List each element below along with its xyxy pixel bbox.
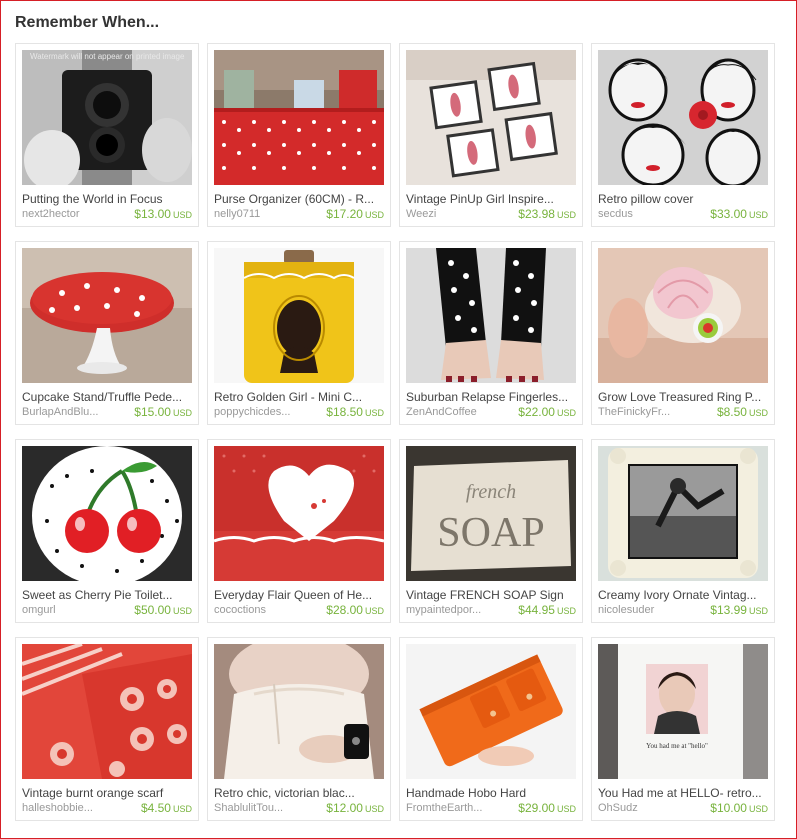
shop-name[interactable]: FromtheEarth... <box>406 802 506 814</box>
item-price: $17.20 USD <box>326 207 384 221</box>
svg-text:SOAP: SOAP <box>437 510 544 556</box>
item-card[interactable]: Grow Love Treasured Ring P... TheFinicky… <box>591 241 775 425</box>
item-image-lace-cuff[interactable] <box>214 644 384 779</box>
shop-name[interactable]: omgurl <box>22 604 122 616</box>
shop-name[interactable]: Weezi <box>406 208 506 220</box>
page-title: Remember When... <box>15 14 160 31</box>
item-price: $23.98 USD <box>518 207 576 221</box>
item-image-retro-pillow[interactable] <box>598 50 768 185</box>
item-title[interactable]: Suburban Relapse Fingerles... <box>406 390 578 404</box>
item-price: $29.00 USD <box>518 801 576 815</box>
shop-name[interactable]: BurlapAndBlu... <box>22 406 122 418</box>
item-price: $13.99 USD <box>710 603 768 617</box>
item-title[interactable]: You Had me at HELLO- retro... <box>598 786 770 800</box>
item-price: $10.00 USD <box>710 801 768 815</box>
shop-name[interactable]: next2hector <box>22 208 122 220</box>
item-image-vintage-camera[interactable]: Watermark will not appear on printed ima… <box>22 50 192 185</box>
item-card[interactable]: Creamy Ivory Ornate Vintag... nicolesude… <box>591 439 775 623</box>
item-image-orange-wallet[interactable] <box>406 644 576 779</box>
item-image-cherry-toilet-seat[interactable] <box>22 446 192 581</box>
item-title[interactable]: Vintage FRENCH SOAP Sign <box>406 588 578 602</box>
item-image-hello-towel[interactable]: You had me at "hello" <box>598 644 768 779</box>
item-card[interactable]: Purse Organizer (60CM) - R... nelly0711 … <box>207 43 391 227</box>
item-title[interactable]: Putting the World in Focus <box>22 192 194 206</box>
svg-text:You had me at "hello": You had me at "hello" <box>646 742 708 750</box>
shop-name[interactable]: mypaintedpor... <box>406 604 506 616</box>
item-image-french-soap-sign[interactable]: french SOAP <box>406 446 576 581</box>
item-card[interactable]: Vintage PinUp Girl Inspire... Weezi $23.… <box>399 43 583 227</box>
item-title[interactable]: Purse Organizer (60CM) - R... <box>214 192 386 206</box>
shop-name[interactable]: nelly0711 <box>214 208 314 220</box>
shop-name[interactable]: nicolesuder <box>598 604 698 616</box>
item-title[interactable]: Sweet as Cherry Pie Toilet... <box>22 588 194 602</box>
svg-text:french: french <box>466 481 516 503</box>
item-title[interactable]: Grow Love Treasured Ring P... <box>598 390 770 404</box>
item-card[interactable]: Retro Golden Girl - Mini C... poppychicd… <box>207 241 391 425</box>
shop-name[interactable]: cococtions <box>214 604 314 616</box>
item-card[interactable]: Retro pillow cover secdus $33.00 USD <box>591 43 775 227</box>
item-title[interactable]: Retro Golden Girl - Mini C... <box>214 390 386 404</box>
item-price: $15.00 USD <box>134 405 192 419</box>
item-price: $44.95 USD <box>518 603 576 617</box>
item-image-cake-stand[interactable] <box>22 248 192 383</box>
item-card[interactable]: french SOAP Vintage FRENCH SOAP Sign myp… <box>399 439 583 623</box>
shop-name[interactable]: ShablulitTou... <box>214 802 314 814</box>
item-title[interactable]: Everyday Flair Queen of He... <box>214 588 386 602</box>
shop-name[interactable]: OhSudz <box>598 802 698 814</box>
item-price: $50.00 USD <box>134 603 192 617</box>
item-price: $28.00 USD <box>326 603 384 617</box>
item-price: $13.00 USD <box>134 207 192 221</box>
item-price: $33.00 USD <box>710 207 768 221</box>
item-title[interactable]: Cupcake Stand/Truffle Pede... <box>22 390 194 404</box>
item-card[interactable]: Everyday Flair Queen of He... cococtions… <box>207 439 391 623</box>
item-card[interactable]: Suburban Relapse Fingerles... ZenAndCoff… <box>399 241 583 425</box>
item-image-heart-dish-apron[interactable] <box>214 446 384 581</box>
item-image-pincushion-ring[interactable] <box>598 248 768 383</box>
item-price: $4.50 USD <box>140 801 192 815</box>
item-image-ornate-frame[interactable] <box>598 446 768 581</box>
item-title[interactable]: Creamy Ivory Ornate Vintag... <box>598 588 770 602</box>
item-price: $8.50 USD <box>716 405 768 419</box>
item-card[interactable]: Sweet as Cherry Pie Toilet... omgurl $50… <box>15 439 199 623</box>
item-image-pinup-coasters[interactable] <box>406 50 576 185</box>
item-image-fingerless-gloves[interactable] <box>406 248 576 383</box>
item-image-purse-organizer[interactable] <box>214 50 384 185</box>
shop-name[interactable]: poppychicdes... <box>214 406 314 418</box>
item-card[interactable]: Retro chic, victorian blac... ShablulitT… <box>207 637 391 821</box>
item-title[interactable]: Retro pillow cover <box>598 192 770 206</box>
shop-name[interactable]: TheFinickyFr... <box>598 406 698 418</box>
watermark-text: Watermark will not appear on printed ima… <box>30 52 185 61</box>
item-card[interactable]: Watermark will not appear on printed ima… <box>15 43 199 227</box>
item-card[interactable]: You had me at "hello" You Had me at HELL… <box>591 637 775 821</box>
shop-name[interactable]: ZenAndCoffee <box>406 406 506 418</box>
item-image-orange-scarf[interactable] <box>22 644 192 779</box>
item-card[interactable]: Handmade Hobo Hard FromtheEarth... $29.0… <box>399 637 583 821</box>
item-price: $18.50 USD <box>326 405 384 419</box>
item-price: $22.00 USD <box>518 405 576 419</box>
shop-name[interactable]: halleshobbie... <box>22 802 122 814</box>
item-image-golden-flask[interactable] <box>214 248 384 383</box>
item-title[interactable]: Vintage PinUp Girl Inspire... <box>406 192 578 206</box>
item-card[interactable]: Cupcake Stand/Truffle Pede... BurlapAndB… <box>15 241 199 425</box>
item-title[interactable]: Handmade Hobo Hard <box>406 786 578 800</box>
treasury-panel: Remember When... Watermark will not appe… <box>0 0 797 839</box>
item-card[interactable]: Vintage burnt orange scarf halleshobbie.… <box>15 637 199 821</box>
item-price: $12.00 USD <box>326 801 384 815</box>
item-title[interactable]: Vintage burnt orange scarf <box>22 786 194 800</box>
shop-name[interactable]: secdus <box>598 208 698 220</box>
item-title[interactable]: Retro chic, victorian blac... <box>214 786 386 800</box>
